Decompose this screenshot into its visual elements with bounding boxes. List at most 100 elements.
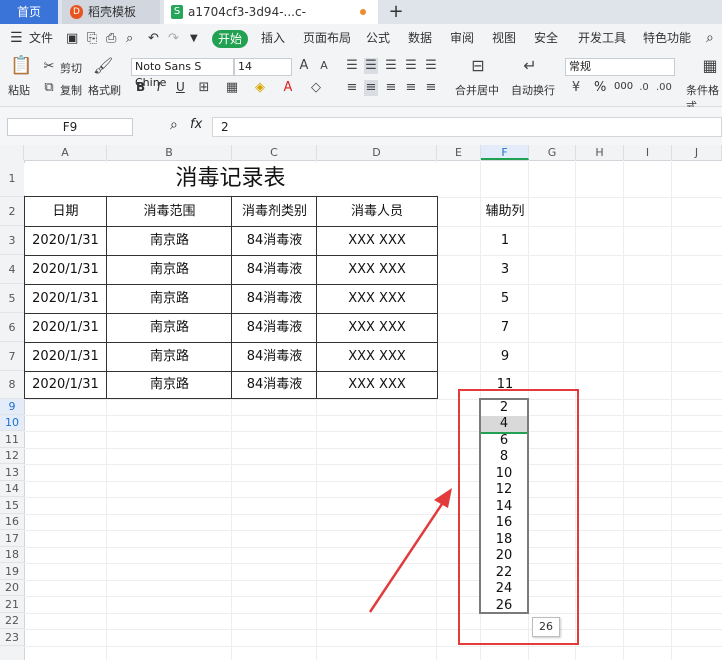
row-header[interactable]: 7	[0, 342, 24, 371]
disinfectant-cell[interactable]: 84消毒液	[232, 226, 317, 255]
row-header[interactable]: 12	[0, 448, 24, 464]
merge-center-button[interactable]: 合并居中	[455, 82, 499, 98]
font-color-icon[interactable]: A	[280, 80, 296, 96]
staff-cell[interactable]: XXX XXX	[317, 226, 437, 255]
header-date[interactable]: 日期	[24, 197, 107, 226]
format-painter-button[interactable]: 格式刷	[88, 82, 121, 98]
row-header[interactable]: 17	[0, 530, 24, 547]
helper-cell[interactable]: 1	[481, 226, 529, 255]
indent-icon[interactable]: ☰	[404, 58, 418, 74]
dropdown-option[interactable]: 14	[481, 499, 527, 515]
print-icon[interactable]: ⎙	[106, 24, 116, 53]
row-header[interactable]: 15	[0, 497, 24, 514]
print-preview-icon[interactable]: ⌕	[126, 24, 133, 53]
redo-icon[interactable]: ↷	[168, 24, 179, 53]
helper-cell[interactable]: 9	[481, 342, 529, 371]
column-header-c[interactable]: C	[232, 145, 317, 160]
menu-view[interactable]: 视图	[492, 24, 516, 53]
dropdown-option[interactable]: 18	[481, 532, 527, 548]
select-all-corner[interactable]	[0, 145, 24, 160]
clear-format-icon[interactable]: ◇	[308, 80, 324, 96]
copy-button[interactable]: 复制	[60, 82, 82, 98]
scope-cell[interactable]: 南京路	[107, 255, 232, 284]
borders-icon[interactable]: ⊞	[196, 80, 212, 96]
decrease-decimal-icon[interactable]: .00	[656, 80, 672, 96]
helper-cell[interactable]: 7	[481, 313, 529, 342]
row-header[interactable]: 20	[0, 580, 24, 596]
menu-developer[interactable]: 开发工具	[578, 24, 626, 53]
undo-icon[interactable]: ↶	[148, 24, 159, 53]
disinfectant-cell[interactable]: 84消毒液	[232, 342, 317, 371]
export-icon[interactable]: ⎘	[87, 24, 97, 53]
header-disinfectant[interactable]: 消毒剂类别	[232, 197, 317, 226]
row-header[interactable]: 4	[0, 255, 24, 284]
row-header[interactable]: 23	[0, 629, 24, 646]
fx-label[interactable]: fx	[190, 117, 202, 132]
dropdown-option[interactable]: 16	[481, 515, 527, 531]
quick-access-dropdown-icon[interactable]: ▼	[190, 24, 198, 53]
column-header-j[interactable]: J	[672, 145, 722, 160]
dropdown-option[interactable]: 24	[481, 581, 527, 597]
align-middle-icon[interactable]: ☰	[364, 58, 378, 74]
row-header[interactable]: 16	[0, 514, 24, 530]
hamburger-menu-icon[interactable]: ☰	[10, 24, 23, 53]
menu-features[interactable]: 特色功能	[643, 24, 691, 53]
dropdown-option-highlighted[interactable]: 4	[481, 416, 527, 434]
wrap-text-button[interactable]: 自动换行	[511, 82, 555, 98]
font-size-select[interactable]: 14	[234, 58, 292, 76]
scope-cell[interactable]: 南京路	[107, 371, 232, 398]
staff-cell[interactable]: XXX XXX	[317, 313, 437, 342]
helper-cell[interactable]: 3	[481, 255, 529, 284]
row-header[interactable]: 9	[0, 399, 24, 415]
currency-icon[interactable]: ¥	[568, 80, 584, 96]
dropdown-option[interactable]: 8	[481, 449, 527, 465]
row-header[interactable]: 19	[0, 563, 24, 580]
row-header[interactable]: 5	[0, 284, 24, 313]
date-cell[interactable]: 2020/1/31	[24, 342, 107, 371]
menu-insert[interactable]: 插入	[261, 24, 285, 53]
row-header[interactable]: 10	[0, 415, 24, 431]
column-header-b[interactable]: B	[107, 145, 232, 160]
dropdown-option[interactable]: 12	[481, 482, 527, 498]
thousands-button[interactable]: 000	[614, 81, 633, 92]
staff-cell[interactable]: XXX XXX	[317, 342, 437, 371]
menu-page-layout[interactable]: 页面布局	[303, 24, 351, 53]
dropdown-option[interactable]: 22	[481, 565, 527, 581]
disinfectant-cell[interactable]: 84消毒液	[232, 255, 317, 284]
new-tab-button[interactable]: +	[386, 0, 406, 24]
align-center-icon[interactable]: ≡	[364, 80, 378, 96]
cut-button[interactable]: 剪切	[60, 60, 82, 76]
row-header[interactable]: 2	[0, 197, 24, 226]
staff-cell[interactable]: XXX XXX	[317, 371, 437, 398]
row-header[interactable]: 14	[0, 481, 24, 497]
cell-style-icon[interactable]: ▦	[224, 80, 240, 96]
staff-cell[interactable]: XXX XXX	[317, 284, 437, 313]
column-header-i[interactable]: I	[624, 145, 672, 160]
column-header-h[interactable]: H	[576, 145, 624, 160]
helper-header[interactable]: 辅助列	[481, 197, 529, 226]
increase-decimal-icon[interactable]: .0	[637, 80, 651, 96]
distributed-icon[interactable]: ≡	[424, 80, 438, 96]
formula-input[interactable]: 2	[212, 117, 722, 137]
menu-file[interactable]: 文件	[29, 24, 53, 53]
row-header[interactable]: 8	[0, 371, 24, 399]
increase-font-icon[interactable]: A	[296, 58, 312, 74]
sheet-title[interactable]: 消毒记录表	[24, 163, 437, 195]
menu-data[interactable]: 数据	[408, 24, 432, 53]
date-cell[interactable]: 2020/1/31	[24, 284, 107, 313]
underline-button[interactable]: U	[176, 80, 185, 94]
tab-home[interactable]: 首页	[0, 0, 58, 24]
dropdown-option[interactable]: 20	[481, 548, 527, 564]
row-header[interactable]: 21	[0, 596, 24, 613]
decrease-font-icon[interactable]: A	[316, 58, 332, 74]
row-header[interactable]: 22	[0, 613, 24, 629]
header-staff[interactable]: 消毒人员	[317, 197, 437, 226]
dropdown-option[interactable]: 26	[481, 598, 527, 614]
tab-document[interactable]: S a1704cf3-3d94-...c-5c3c92fdb99a	[164, 0, 378, 43]
disinfectant-cell[interactable]: 84消毒液	[232, 284, 317, 313]
fill-color-icon[interactable]: ◈	[252, 80, 268, 96]
scope-cell[interactable]: 南京路	[107, 313, 232, 342]
autofill-dropdown-list[interactable]: 2 4 6 8 10 12 14 16 18 20 22 24 26	[479, 398, 529, 614]
disinfectant-cell[interactable]: 84消毒液	[232, 371, 317, 398]
disinfectant-cell[interactable]: 84消毒液	[232, 313, 317, 342]
